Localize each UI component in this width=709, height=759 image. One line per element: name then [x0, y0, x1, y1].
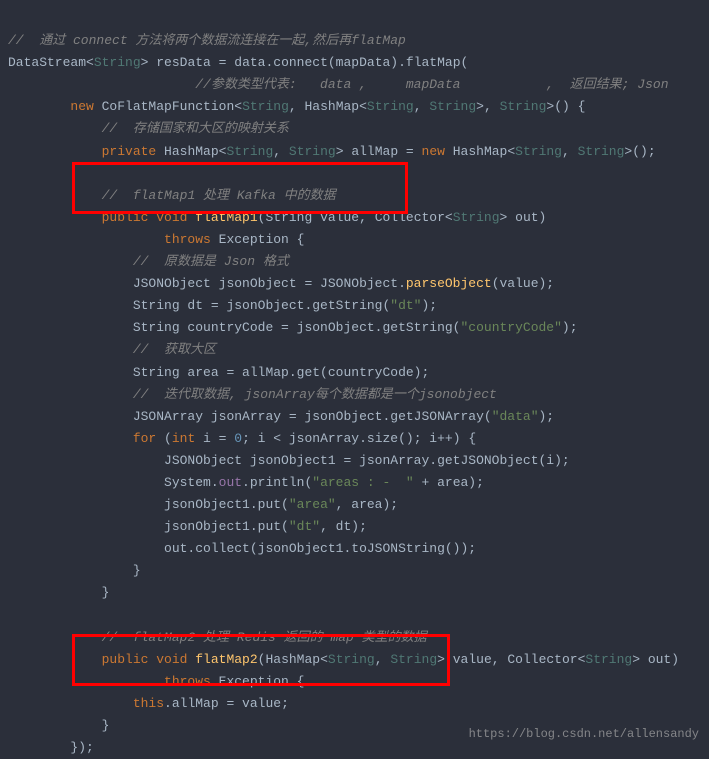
comment-line: // 存储国家和大区的映射关系 — [102, 121, 289, 136]
code-line: private HashMap<String, String> allMap =… — [102, 144, 656, 159]
comment-line: // 迭代取数据, jsonArray每个数据都是一个jsonobject — [133, 387, 497, 402]
comment-line: // 原数据是 Json 格式 — [133, 254, 289, 269]
comment-line: // flatMap2 处理 Redis 返回的 map 类型的数据 — [102, 630, 427, 645]
code-line: String countryCode = jsonObject.getStrin… — [133, 320, 578, 335]
code-line: out.collect(jsonObject1.toJSONString()); — [164, 541, 476, 556]
code-line: public void flatMap1(String value, Colle… — [102, 210, 547, 225]
code-line: System.out.println("areas : - " + area); — [164, 475, 484, 490]
code-line: JSONArray jsonArray = jsonObject.getJSON… — [133, 409, 554, 424]
code-line: String area = allMap.get(countryCode); — [133, 365, 429, 380]
code-line: } — [102, 718, 110, 733]
code-line: public void flatMap2(HashMap<String, Str… — [102, 652, 679, 667]
comment-line: // 通过 connect 方法将两个数据流连接在一起,然后再flatMap — [8, 33, 406, 48]
comment-line: // flatMap1 处理 Kafka 中的数据 — [102, 188, 336, 203]
code-line: JSONObject jsonObject1 = jsonArray.getJS… — [164, 453, 570, 468]
code-line: } — [133, 563, 141, 578]
code-line: jsonObject1.put("area", area); — [164, 497, 398, 512]
code-line: throws Exception { — [164, 674, 304, 689]
code-line: DataStream<String> resData = data.connec… — [8, 55, 468, 70]
comment-line: // 获取大区 — [133, 342, 216, 357]
code-line: throws Exception { — [164, 232, 304, 247]
code-line: jsonObject1.put("dt", dt); — [164, 519, 367, 534]
comment-line: //参数类型代表: data , mapData , 返回结果; Json — [195, 77, 668, 92]
code-line: }); — [70, 740, 93, 755]
code-line: new CoFlatMapFunction<String, HashMap<St… — [70, 99, 585, 114]
code-line: String dt = jsonObject.getString("dt"); — [133, 298, 437, 313]
code-line: for (int i = 0; i < jsonArray.size(); i+… — [133, 431, 476, 446]
code-line: } — [102, 585, 110, 600]
code-line: this.allMap = value; — [133, 696, 289, 711]
code-block: // 通过 connect 方法将两个数据流连接在一起,然后再flatMap D… — [8, 8, 701, 759]
watermark-text: https://blog.csdn.net/allensandy — [469, 724, 699, 744]
code-line: JSONObject jsonObject = JSONObject.parse… — [133, 276, 554, 291]
